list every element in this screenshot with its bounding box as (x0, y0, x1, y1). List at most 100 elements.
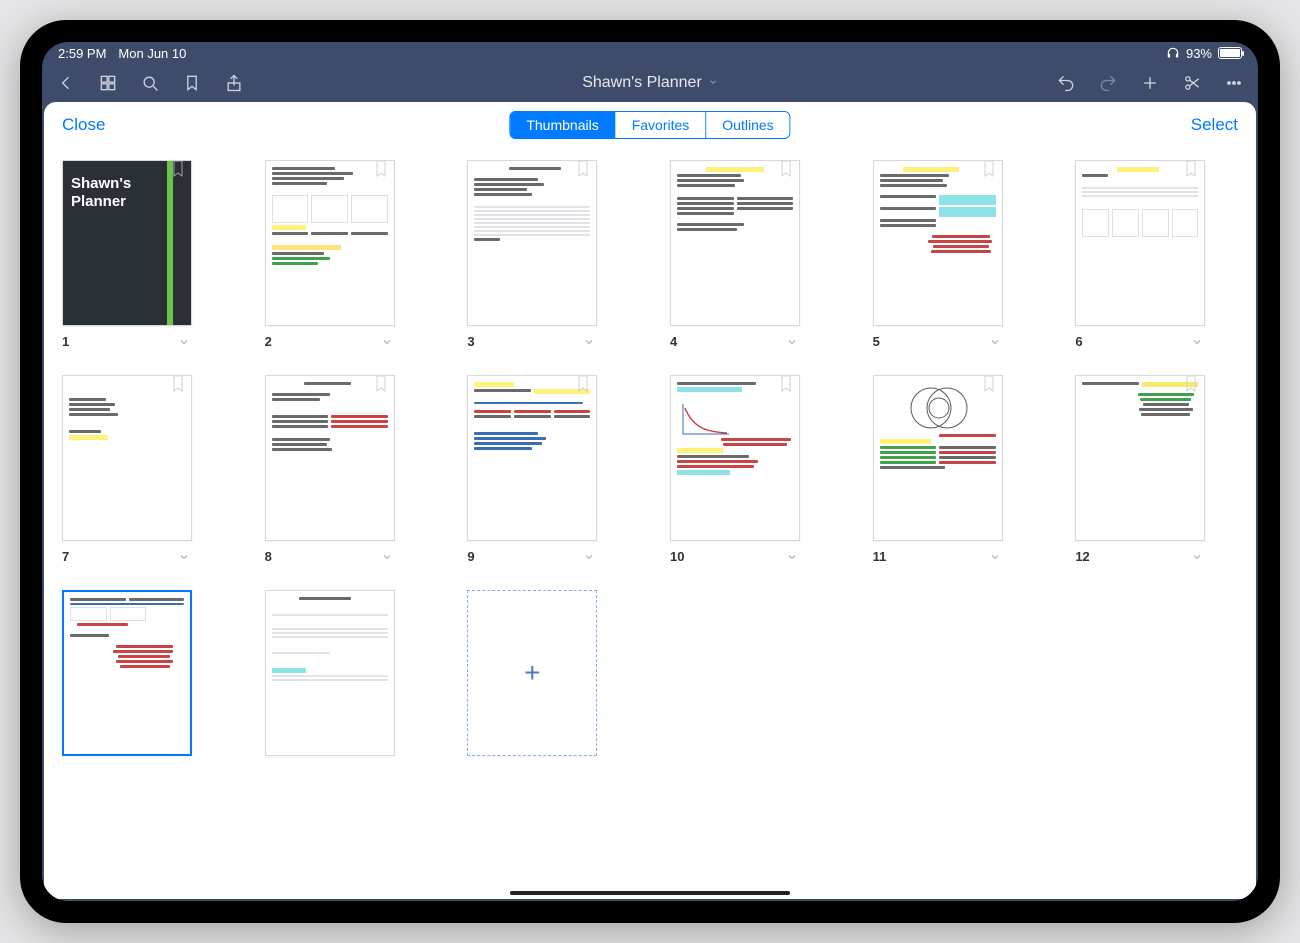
page-number: 11 (873, 549, 887, 564)
battery-percentage: 93% (1186, 46, 1212, 61)
page-cell: 6 (1075, 160, 1238, 349)
document-title-dropdown[interactable]: Shawn's Planner (244, 74, 1056, 92)
headphones-icon (1166, 46, 1180, 60)
page-number: 12 (1075, 549, 1089, 564)
back-button[interactable] (56, 73, 76, 93)
page-thumbnail[interactable]: Shawn'sPlanner (62, 160, 192, 326)
page-number: 5 (873, 334, 880, 349)
bookmark-ribbon-icon (1186, 161, 1196, 177)
page-menu-button[interactable] (786, 550, 800, 564)
page-cell: 9 (467, 375, 630, 564)
page-cell (265, 590, 428, 756)
page-menu-button[interactable] (989, 335, 1003, 349)
add-button[interactable] (1140, 73, 1160, 93)
add-page-button[interactable]: + (467, 590, 597, 756)
thumbnails-toggle-button[interactable] (98, 73, 118, 93)
page-menu-button[interactable] (989, 550, 1003, 564)
screen: 2:59 PM Mon Jun 10 93% Shawn's Plan (42, 42, 1258, 901)
app-toolbar: Shawn's Planner (42, 64, 1258, 102)
bookmark-ribbon-icon (781, 161, 791, 177)
page-number: 1 (62, 334, 69, 349)
select-button[interactable]: Select (1191, 115, 1238, 135)
page-number: 7 (62, 549, 69, 564)
page-menu-button[interactable] (1191, 335, 1205, 349)
home-indicator[interactable] (510, 891, 790, 895)
page-cell: 7 (62, 375, 225, 564)
page-cell: + (467, 590, 630, 756)
page-menu-button[interactable] (381, 550, 395, 564)
status-time: 2:59 PM (58, 46, 106, 61)
cover-title-2: Planner (71, 193, 126, 210)
cover-title-1: Shawn's (71, 175, 131, 192)
page-thumbnail[interactable] (467, 160, 597, 326)
scissors-button[interactable] (1182, 73, 1202, 93)
battery-icon (1218, 47, 1242, 59)
share-button[interactable] (224, 73, 244, 93)
page-thumbnail[interactable] (265, 375, 395, 541)
tab-thumbnails[interactable]: Thumbnails (510, 112, 615, 138)
page-menu-button[interactable] (1191, 550, 1205, 564)
page-menu-button[interactable] (178, 550, 192, 564)
page-number: 10 (670, 549, 684, 564)
bookmark-ribbon-icon (1186, 376, 1196, 392)
tab-favorites[interactable]: Favorites (616, 112, 707, 138)
page-number: 9 (467, 549, 474, 564)
page-cell: 2 (265, 160, 428, 349)
page-menu-button[interactable] (583, 335, 597, 349)
bookmark-ribbon-icon (578, 376, 588, 392)
plus-icon: + (524, 657, 540, 689)
page-cell: 11 (873, 375, 1036, 564)
page-thumbnail[interactable] (265, 160, 395, 326)
page-cell: 10 (670, 375, 833, 564)
page-cell (62, 590, 225, 756)
bookmark-ribbon-icon (173, 161, 183, 177)
page-menu-button[interactable] (178, 335, 192, 349)
bookmark-ribbon-icon (173, 376, 183, 392)
undo-button[interactable] (1056, 73, 1076, 93)
bookmark-ribbon-icon (376, 376, 386, 392)
page-thumbnail[interactable] (467, 375, 597, 541)
thumbnails-grid: Shawn'sPlanner 1 (62, 160, 1238, 756)
page-cell: 8 (265, 375, 428, 564)
page-number: 3 (467, 334, 474, 349)
thumbnails-grid-scroll[interactable]: Shawn'sPlanner 1 (44, 148, 1256, 899)
more-button[interactable] (1224, 73, 1244, 93)
thumbnails-panel: Close Thumbnails Favorites Outlines Sele… (44, 102, 1256, 899)
page-menu-button[interactable] (583, 550, 597, 564)
status-date: Mon Jun 10 (118, 46, 186, 61)
page-thumbnail[interactable] (1075, 375, 1205, 541)
close-button[interactable]: Close (62, 115, 105, 135)
page-cell: 5 (873, 160, 1036, 349)
page-thumbnail[interactable] (873, 160, 1003, 326)
page-thumbnail[interactable] (873, 375, 1003, 541)
page-cell: 12 (1075, 375, 1238, 564)
device-frame: 2:59 PM Mon Jun 10 93% Shawn's Plan (20, 20, 1280, 923)
bookmark-ribbon-icon (984, 161, 994, 177)
page-number: 8 (265, 549, 272, 564)
page-thumbnail[interactable] (62, 375, 192, 541)
view-segmented-control: Thumbnails Favorites Outlines (509, 111, 790, 139)
page-thumbnail[interactable] (670, 160, 800, 326)
page-thumbnail[interactable] (265, 590, 395, 756)
page-thumbnail[interactable] (670, 375, 800, 541)
page-cell: Shawn'sPlanner 1 (62, 160, 225, 349)
bookmark-ribbon-icon (578, 161, 588, 177)
bookmark-ribbon-icon (376, 161, 386, 177)
page-menu-button[interactable] (786, 335, 800, 349)
page-number: 2 (265, 334, 272, 349)
page-cell: 4 (670, 160, 833, 349)
page-number: 4 (670, 334, 677, 349)
page-menu-button[interactable] (381, 335, 395, 349)
page-thumbnail-current[interactable] (62, 590, 192, 756)
redo-button[interactable] (1098, 73, 1118, 93)
status-bar: 2:59 PM Mon Jun 10 93% (42, 42, 1258, 64)
bookmark-button[interactable] (182, 73, 202, 93)
chevron-down-icon (708, 74, 718, 92)
page-thumbnail[interactable] (1075, 160, 1205, 326)
page-number: 6 (1075, 334, 1082, 349)
search-button[interactable] (140, 73, 160, 93)
panel-header: Close Thumbnails Favorites Outlines Sele… (44, 102, 1256, 148)
bookmark-ribbon-icon (984, 376, 994, 392)
page-cell: 3 (467, 160, 630, 349)
tab-outlines[interactable]: Outlines (706, 112, 789, 138)
